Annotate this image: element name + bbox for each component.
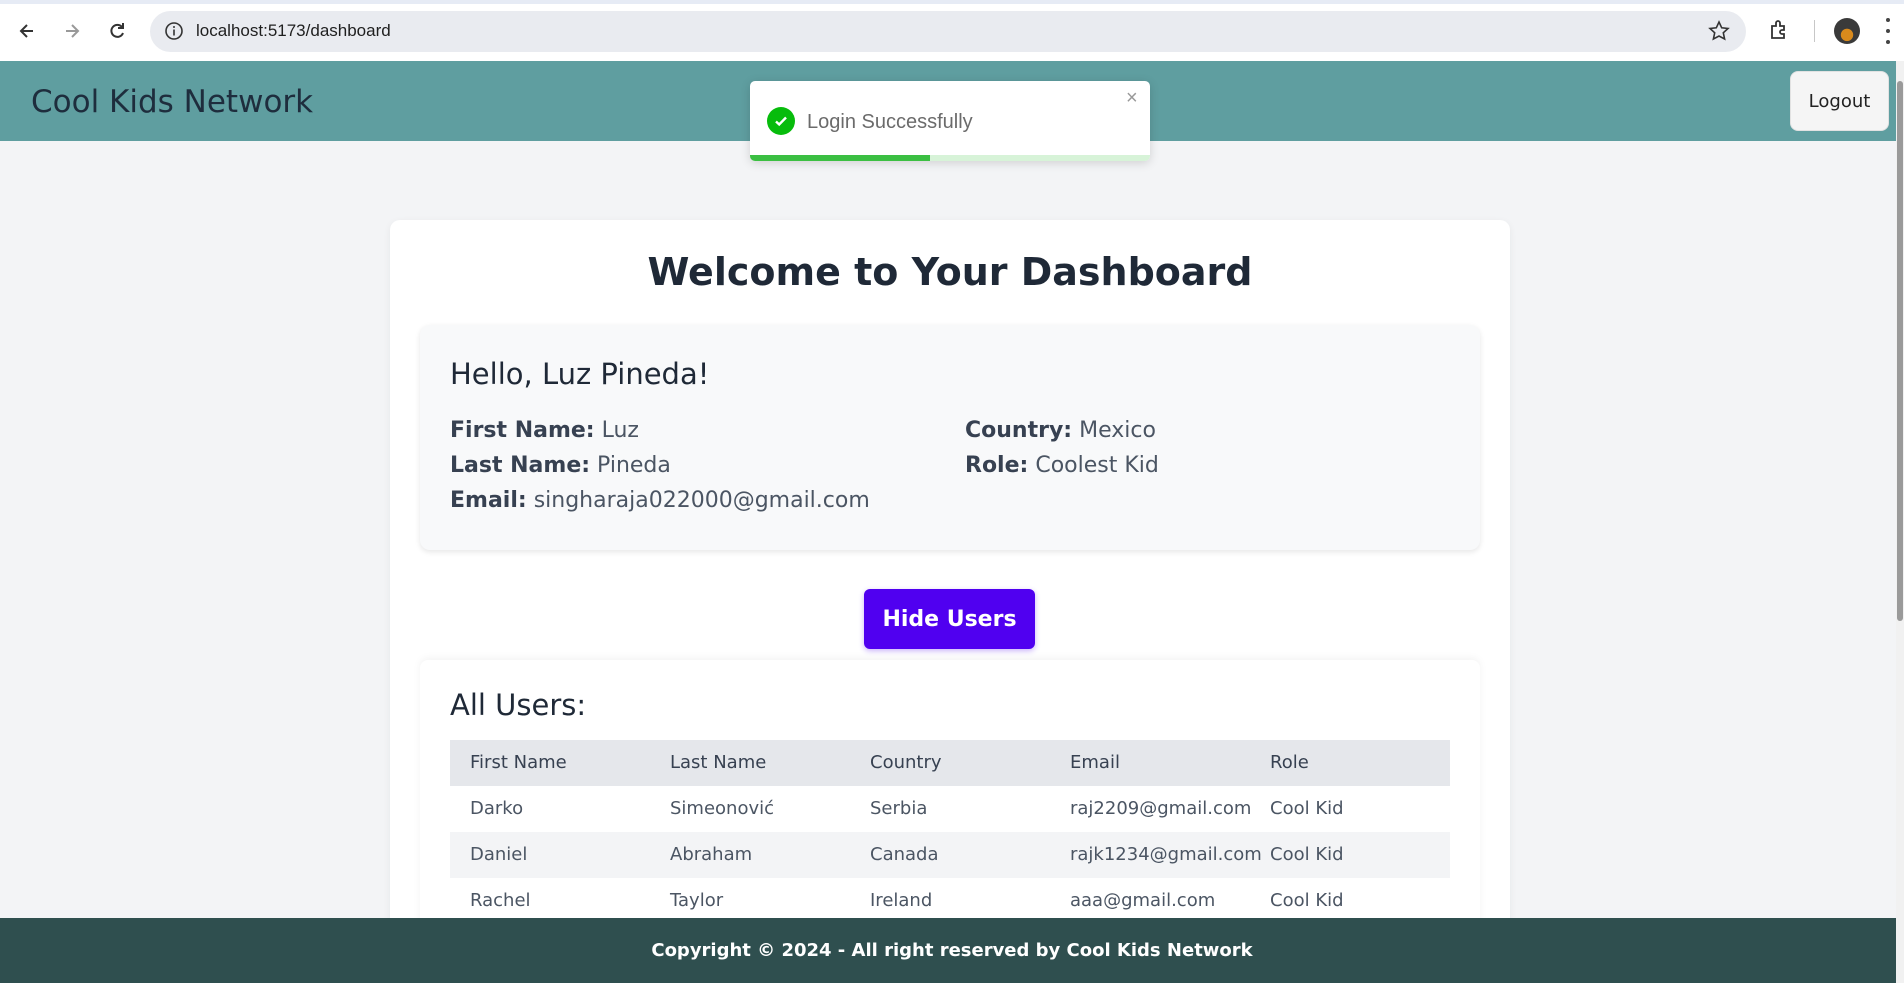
toolbar-divider <box>1814 20 1815 42</box>
table-cell: Canada <box>870 844 939 865</box>
star-icon[interactable] <box>1708 20 1730 42</box>
toast-progress-bar <box>750 155 930 161</box>
country-value: Mexico <box>1079 418 1156 443</box>
first-name-field: First Name: Luz <box>450 418 639 443</box>
tab-strip <box>0 0 1904 4</box>
site-info-icon[interactable] <box>164 21 184 41</box>
table-cell: Abraham <box>670 844 753 865</box>
column-header: Role <box>1270 752 1309 773</box>
email-label: Email: <box>450 488 527 513</box>
footer: Copyright © 2024 - All right reserved by… <box>0 918 1904 983</box>
role-label: Role: <box>965 453 1029 478</box>
users-table: First Name Last Name Country Email Role … <box>450 740 1450 924</box>
table-row: Daniel Abraham Canada rajk1234@gmail.com… <box>450 832 1450 878</box>
table-cell: raj2209@gmail.com <box>1070 798 1252 819</box>
success-check-icon <box>767 107 795 135</box>
menu-icon[interactable] <box>1884 18 1892 44</box>
forward-icon[interactable] <box>54 13 90 49</box>
column-header: First Name <box>470 752 567 773</box>
table-cell: Cool Kid <box>1270 844 1344 865</box>
greeting: Hello, Luz Pineda! <box>450 357 710 391</box>
extensions-icon[interactable] <box>1768 18 1792 42</box>
profile-avatar[interactable] <box>1834 18 1860 44</box>
logout-button[interactable]: Logout <box>1790 71 1889 131</box>
users-panel: All Users: First Name Last Name Country … <box>420 660 1480 930</box>
page-scrollbar[interactable] <box>1896 61 1904 983</box>
last-name-label: Last Name: <box>450 453 591 478</box>
email-field: Email: singharaja022000@gmail.com <box>450 488 870 513</box>
back-icon[interactable] <box>9 13 45 49</box>
email-value: singharaja022000@gmail.com <box>533 488 870 513</box>
role-field: Role: Coolest Kid <box>965 453 1159 478</box>
role-value: Coolest Kid <box>1035 453 1159 478</box>
country-field: Country: Mexico <box>965 418 1156 443</box>
copyright-text: Copyright © 2024 - All right reserved by… <box>651 940 1253 961</box>
hide-users-button[interactable]: Hide Users <box>864 589 1035 649</box>
column-header: Country <box>870 752 942 773</box>
table-cell: Serbia <box>870 798 928 819</box>
first-name-label: First Name: <box>450 418 595 443</box>
table-cell: Simeonović <box>670 798 775 819</box>
table-header-row: First Name Last Name Country Email Role <box>450 740 1450 786</box>
address-bar[interactable]: localhost:5173/dashboard <box>150 11 1746 52</box>
last-name-value: Pineda <box>597 453 671 478</box>
table-row: Darko Simeonović Serbia raj2209@gmail.co… <box>450 786 1450 832</box>
profile-panel: Hello, Luz Pineda! First Name: Luz Last … <box>420 325 1480 550</box>
users-title: All Users: <box>450 688 587 722</box>
brand-title: Cool Kids Network <box>31 84 314 120</box>
url-text[interactable]: localhost:5173/dashboard <box>196 21 391 41</box>
close-icon[interactable]: × <box>1126 87 1138 110</box>
reload-icon[interactable] <box>99 13 135 49</box>
table-cell: Daniel <box>470 844 528 865</box>
first-name-value: Luz <box>601 418 639 443</box>
last-name-field: Last Name: Pineda <box>450 453 671 478</box>
column-header: Email <box>1070 752 1120 773</box>
page-title: Welcome to Your Dashboard <box>647 250 1253 294</box>
dashboard-card: Welcome to Your Dashboard Hello, Luz Pin… <box>390 220 1510 930</box>
table-cell: rajk1234@gmail.com <box>1070 844 1262 865</box>
country-label: Country: <box>965 418 1073 443</box>
toast-notification: Login Successfully × <box>750 81 1150 161</box>
table-cell: Cool Kid <box>1270 798 1344 819</box>
toast-message: Login Successfully <box>807 111 973 133</box>
column-header: Last Name <box>670 752 767 773</box>
browser-toolbar: localhost:5173/dashboard <box>0 0 1904 61</box>
scrollbar-thumb[interactable] <box>1897 81 1903 621</box>
table-cell: Darko <box>470 798 524 819</box>
